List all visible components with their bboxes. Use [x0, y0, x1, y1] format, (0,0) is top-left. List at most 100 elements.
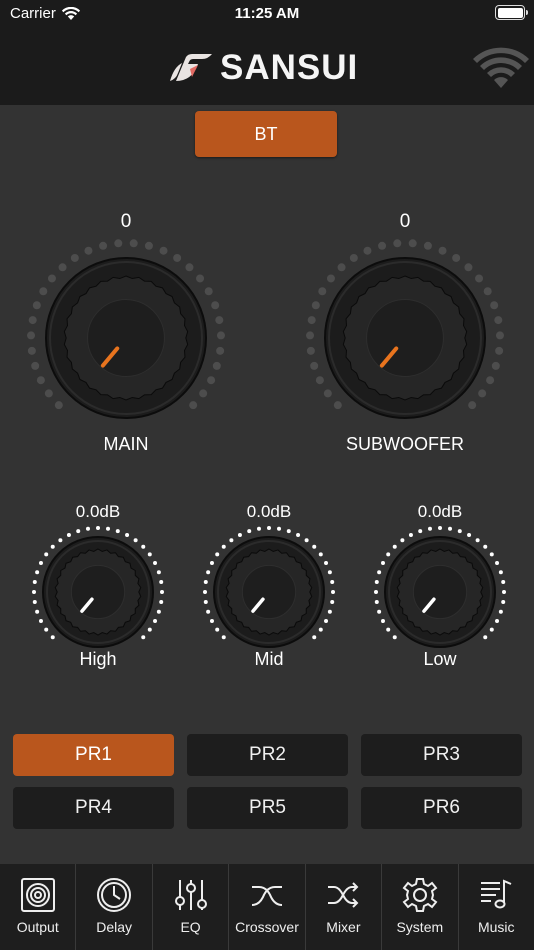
knob-scale-dot	[408, 532, 413, 537]
knob-scale-dot	[58, 263, 67, 272]
knob-scale-dot	[330, 579, 335, 584]
knob-scale-dot	[221, 635, 226, 640]
tab-mixer[interactable]: Mixer	[306, 864, 383, 950]
preset-button-pr2[interactable]: PR2	[187, 734, 348, 776]
knob-scale-dot	[209, 619, 214, 624]
knob-scale-dot	[457, 529, 462, 534]
main-volume-label: MAIN	[103, 434, 149, 454]
tab-mixer-label: Mixer	[326, 919, 361, 935]
knob-scale-dot	[35, 570, 40, 575]
knob-scale-dot	[159, 246, 168, 255]
knob-scale-dot	[141, 635, 146, 640]
knob-scale-dot	[212, 361, 221, 370]
tab-crossover[interactable]: Crossover	[229, 864, 306, 950]
knob-scale-dot	[483, 287, 492, 296]
knob-scale-dot	[467, 532, 472, 537]
knob-scale-dot	[377, 609, 382, 614]
knob-scale-dot	[160, 590, 164, 594]
preset-button-pr5[interactable]: PR5	[187, 787, 348, 829]
tab-music-label: Music	[477, 919, 515, 935]
knob-scale-dot	[125, 532, 130, 537]
low-tone-knob[interactable]: 0.0dB Low	[372, 500, 508, 675]
knob-scale-dot	[199, 389, 208, 398]
knob-scale-dot	[85, 526, 90, 531]
knob-scale-dot	[323, 389, 332, 398]
main-knob-dial[interactable]	[26, 238, 226, 438]
subwoofer-volume-knob[interactable]: 0 SUBWOOFER	[305, 205, 505, 465]
tab-output-label: Output	[16, 919, 59, 935]
knob-scale-dot	[311, 301, 320, 310]
knob-scale-dot	[209, 560, 214, 565]
knob-scale-dot	[38, 560, 43, 565]
main-volume-knob[interactable]: 0 MAIN	[26, 205, 226, 465]
subwoofer-knob-dial[interactable]	[305, 238, 505, 438]
preset-button-pr6[interactable]: PR6	[361, 787, 522, 829]
knob-scale-dot	[310, 361, 319, 370]
mid-knob-dial[interactable]	[201, 524, 337, 660]
knob-scale-dot	[32, 579, 37, 584]
tab-music[interactable]: Music	[459, 864, 534, 950]
knob-scale-dot	[229, 538, 234, 543]
knob-scale-dot	[318, 627, 323, 632]
knob-scale-dot	[70, 253, 79, 262]
knob-scale-dot	[326, 274, 335, 283]
knob-scale-dot	[296, 532, 301, 537]
source-bt-button[interactable]: BT	[195, 111, 337, 157]
preset-button-pr1[interactable]: PR1	[13, 734, 174, 776]
high-tone-value: 0.0dB	[75, 502, 121, 521]
knob-scale-dot	[374, 600, 379, 605]
knob-scale-dot	[204, 287, 213, 296]
tab-crossover-label: Crossover	[235, 919, 299, 935]
knob-scale-dot	[84, 246, 93, 255]
tab-delay[interactable]: Delay	[76, 864, 153, 950]
knob-scale-dot	[330, 600, 335, 605]
status-bar: Carrier 11:25 AM	[0, 0, 534, 28]
knob-scale-dot	[159, 600, 164, 605]
knob-scale-dot	[427, 526, 432, 531]
tab-system[interactable]: System	[382, 864, 459, 950]
preset-button-pr4[interactable]: PR4	[13, 787, 174, 829]
mid-tone-knob[interactable]: 0.0dB Mid	[201, 500, 337, 675]
knob-scale-dot	[32, 600, 37, 605]
knob-scale-dot	[156, 609, 161, 614]
knob-scale-dot	[331, 590, 335, 594]
knob-scale-dot	[307, 316, 316, 325]
wifi-disconnected-icon[interactable]	[470, 40, 532, 90]
tab-output[interactable]: Output	[0, 864, 77, 950]
preset-button-pr3[interactable]: PR3	[361, 734, 522, 776]
knob-scale-dot	[50, 544, 55, 549]
tab-eq[interactable]: EQ	[153, 864, 230, 950]
knob-scale-dot	[448, 526, 453, 531]
knob-scale-dot	[47, 274, 56, 283]
knob-scale-dot	[203, 590, 207, 594]
knob-scale-dot	[494, 316, 503, 325]
knob-scale-dot	[206, 570, 211, 575]
knob-scale-dot	[32, 301, 41, 310]
knob-scale-dot	[216, 331, 225, 340]
knob-scale-dot	[312, 635, 317, 640]
knob-scale-dot	[374, 579, 379, 584]
knob-scale-dot	[489, 627, 494, 632]
knob-scale-dot	[324, 619, 329, 624]
knob-scale-dot	[377, 570, 382, 575]
knob-scale-dot	[464, 263, 473, 272]
knob-scale-dot	[256, 526, 261, 531]
knob-scale-dot	[452, 253, 461, 262]
knob-scale-dot	[147, 627, 152, 632]
knob-scale-dot	[502, 590, 506, 594]
knob-scale-dot	[374, 590, 378, 594]
speaker-icon	[20, 878, 55, 912]
knob-scale-dot	[141, 544, 146, 549]
brand-logo: SANSUI	[168, 48, 358, 88]
bottom-tab-bar: Output Delay EQ Crossover Mixer System M…	[0, 864, 534, 950]
high-knob-dial[interactable]	[30, 524, 166, 660]
knob-scale-dot	[196, 274, 205, 283]
knob-scale-dot	[36, 376, 45, 385]
high-tone-knob[interactable]: 0.0dB High	[30, 500, 166, 675]
low-knob-dial[interactable]	[372, 524, 508, 660]
knob-scale-dot	[32, 590, 36, 594]
knob-scale-dot	[478, 389, 487, 398]
knob-scale-dot	[408, 239, 417, 248]
crossover-icon	[251, 886, 283, 906]
knob-scale-dot	[44, 389, 53, 398]
